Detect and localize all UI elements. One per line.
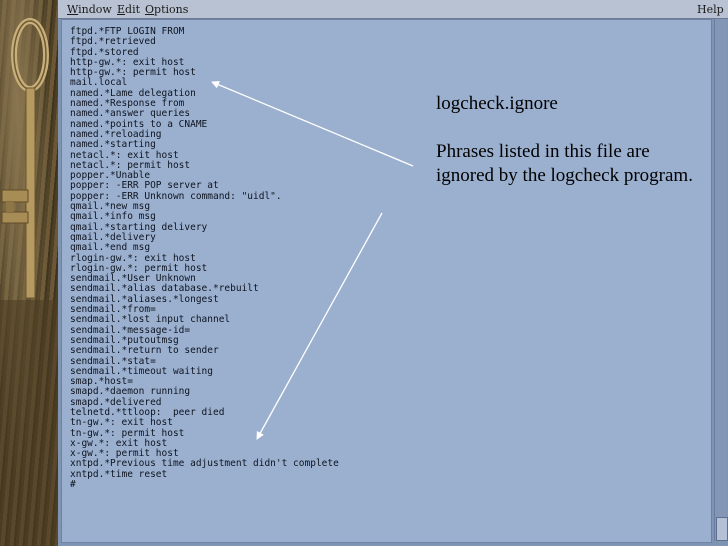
menu-bar: Window Edit Options Help bbox=[58, 0, 728, 19]
note-body: Phrases listed in this file are ignored … bbox=[436, 141, 693, 186]
menu-help[interactable]: Help bbox=[697, 3, 724, 16]
list-item: # bbox=[70, 479, 76, 491]
vertical-scrollbar[interactable] bbox=[714, 19, 728, 541]
menu-window-rest: indow bbox=[78, 3, 112, 16]
list-item: xntpd.*time reset bbox=[70, 468, 168, 480]
slide-annotation: logcheck.ignore Phrases listed in this f… bbox=[436, 92, 696, 188]
menu-options[interactable]: Options bbox=[145, 3, 188, 16]
list-item: sendmail.*return to sender bbox=[70, 345, 219, 357]
ignore-phrase-list: ftpd.*FTP LOGIN FROM ftpd.*retrieved ftpd.… bbox=[70, 26, 339, 491]
menu-edit-rest: dit bbox=[125, 3, 141, 16]
list-item: qmail.*end msg bbox=[70, 242, 151, 254]
scrollbar-thumb[interactable] bbox=[716, 517, 728, 541]
menu-edit[interactable]: Edit bbox=[117, 3, 140, 16]
note-title: logcheck.ignore bbox=[436, 93, 558, 114]
key-photo-icon bbox=[0, 18, 58, 546]
menu-window[interactable]: Window bbox=[67, 3, 112, 16]
application-window: Window Edit Options Help ftpd.*FTP LOGIN… bbox=[58, 0, 728, 546]
menu-options-rest: ptions bbox=[154, 3, 189, 16]
